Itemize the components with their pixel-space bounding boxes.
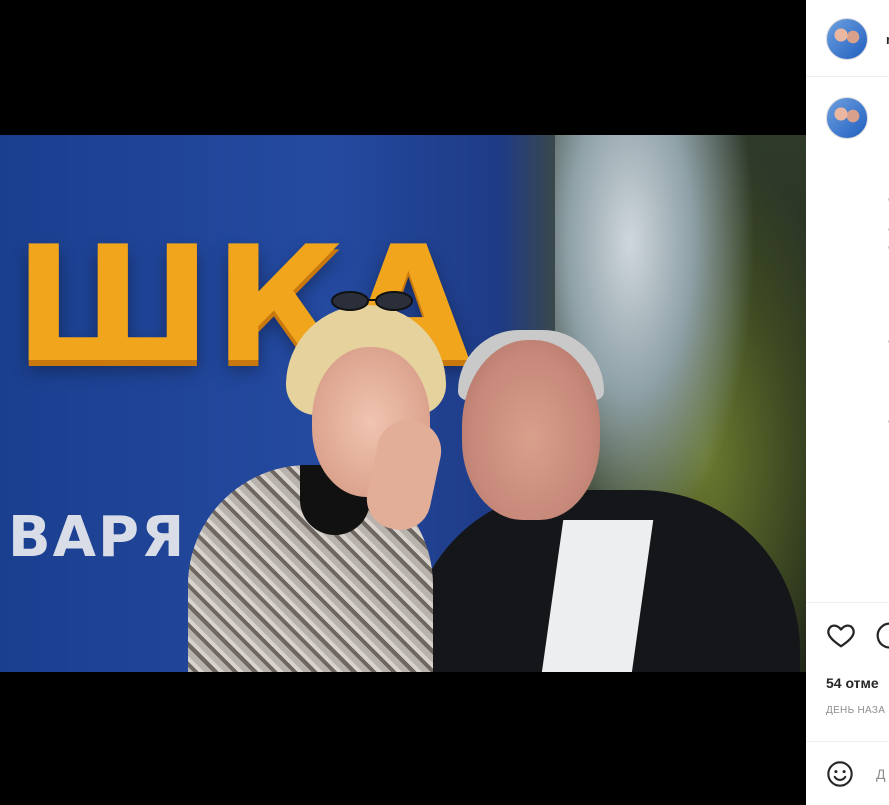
media-viewer: ШКА ВАРЯ [0,0,806,805]
comment-input[interactable]: Д [876,766,885,782]
author-avatar[interactable] [826,18,868,60]
heart-icon[interactable] [826,620,856,650]
add-comment-bar: Д [806,741,889,805]
emoji-icon[interactable] [826,760,854,788]
sunglasses-icon [331,291,413,311]
post-photo[interactable]: ШКА ВАРЯ [0,135,806,672]
poster-banner-subtext: ВАРЯ [8,505,187,570]
post-header: m [806,0,889,77]
post-timestamp: ДЕНЬ НАЗА [826,705,886,716]
caption-avatar[interactable] [826,97,868,139]
man-face [462,340,600,520]
likes-count[interactable]: 54 отме [826,675,879,691]
post-actions: 54 отме ДЕНЬ НАЗА [806,602,889,743]
post-side-panel: m 54 отме ДЕНЬ НАЗА Д [806,0,889,805]
comment-icon[interactable] [874,620,889,650]
